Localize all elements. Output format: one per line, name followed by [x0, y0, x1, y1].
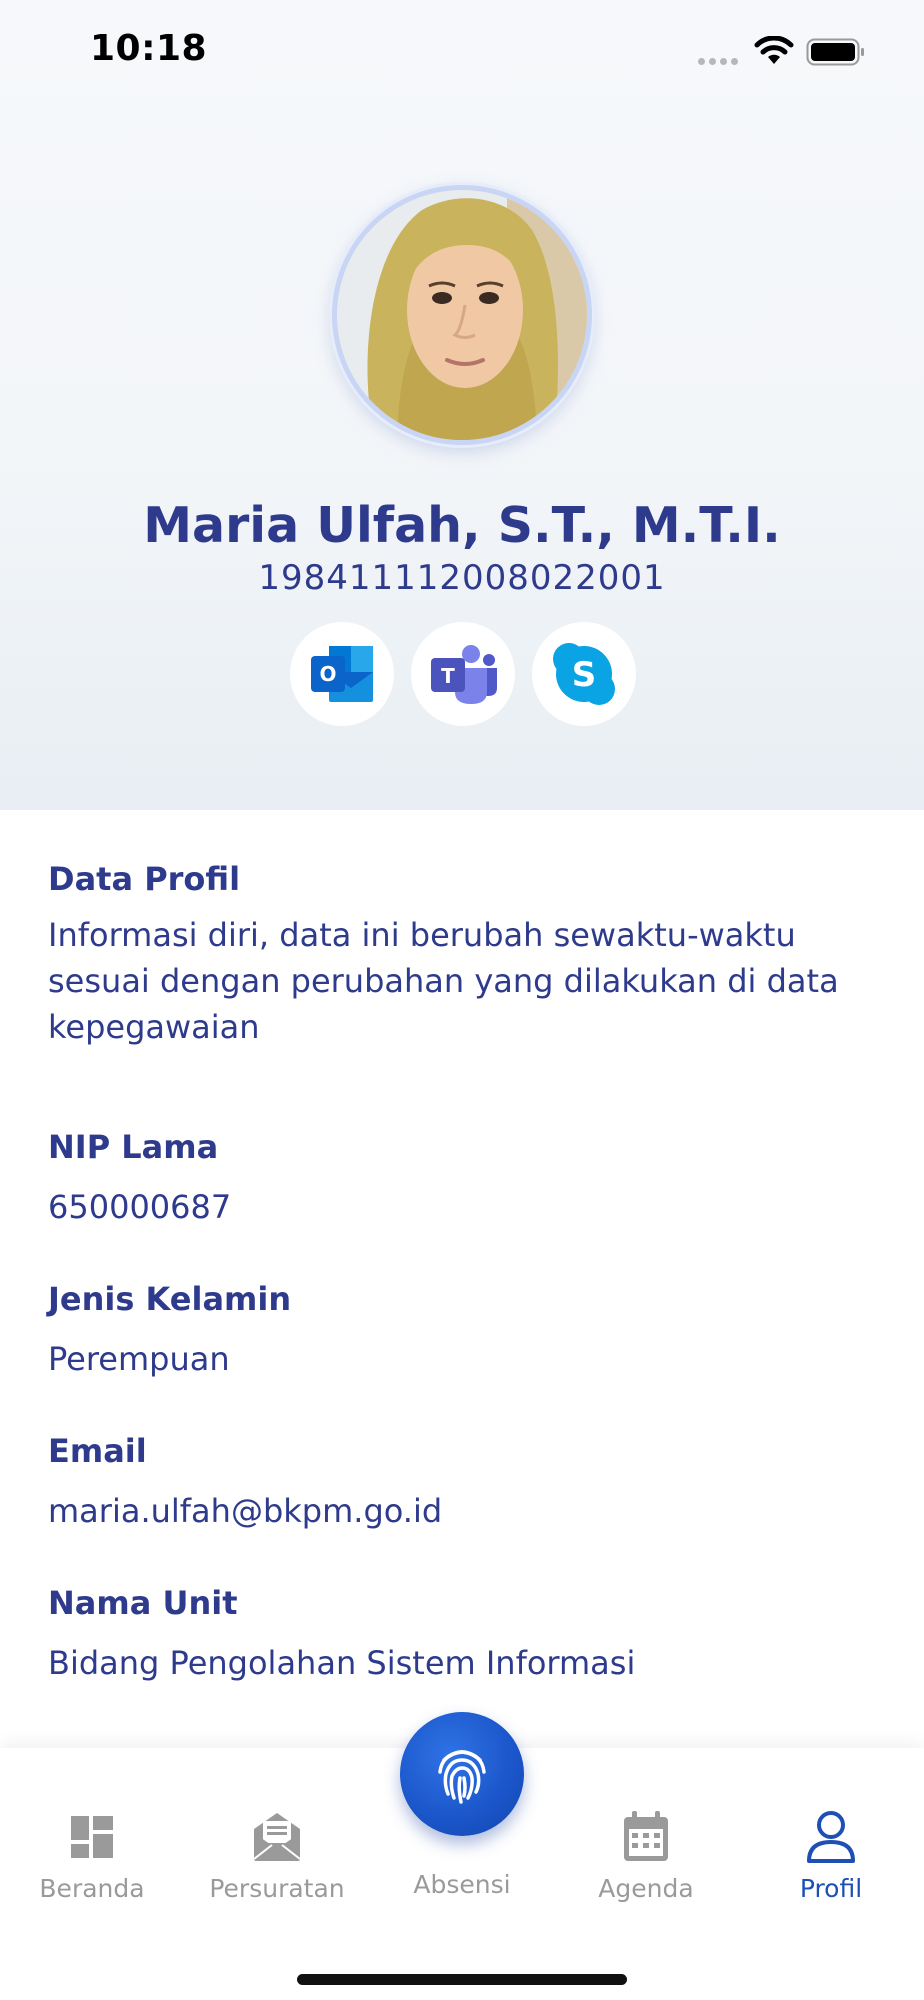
nav-label: Profil: [799, 1874, 863, 1903]
teams-button[interactable]: T: [411, 622, 515, 726]
profile-screen: 10:18 Maria Ulfah, S.T., M.T.I. 19841111…: [0, 0, 924, 2000]
nav-label: Agenda: [598, 1874, 694, 1903]
section-description: Informasi diri, data ini berubah sewaktu…: [48, 916, 839, 1046]
outlook-icon: O: [311, 646, 373, 702]
field-email: Email maria.ulfah@bkpm.go.id: [48, 1432, 878, 1534]
field-label: Email: [48, 1432, 147, 1470]
field-value: 650000687: [48, 1188, 232, 1226]
mail-icon: [253, 1813, 301, 1861]
svg-text:S: S: [572, 655, 597, 695]
profile-details: Data Profil Informasi diri, data ini ber…: [48, 860, 878, 1736]
dashboard-icon: [71, 1816, 113, 1858]
status-bar: 10:18: [0, 0, 924, 110]
nav-label-absensi: Absensi: [413, 1870, 511, 1899]
skype-button[interactable]: S: [532, 622, 636, 726]
svg-text:O: O: [319, 662, 336, 686]
avatar-photo: [337, 190, 587, 440]
field-nip-lama: NIP Lama 650000687: [48, 1128, 878, 1230]
outlook-button[interactable]: O: [290, 622, 394, 726]
fingerprint-icon: [438, 1750, 486, 1804]
nav-profil[interactable]: Profil: [741, 1808, 921, 1903]
nav-label: Beranda: [39, 1874, 145, 1903]
field-label: Nama Unit: [48, 1584, 238, 1622]
app-links: O T S: [290, 622, 636, 726]
field-nama-unit: Nama Unit Bidang Pengolahan Sistem Infor…: [48, 1584, 878, 1686]
cellular-signal-icon: [698, 58, 738, 65]
nav-beranda[interactable]: Beranda: [2, 1808, 182, 1903]
nav-label: Persuratan: [209, 1874, 345, 1903]
field-value: Bidang Pengolahan Sistem Informasi: [48, 1644, 636, 1682]
field-value: Perempuan: [48, 1340, 230, 1378]
teams-icon: T: [431, 645, 497, 704]
home-indicator: [297, 1974, 627, 1985]
profile-name: Maria Ulfah, S.T., M.T.I.: [143, 497, 781, 554]
nav-agenda[interactable]: Agenda: [556, 1808, 736, 1903]
wifi-icon: [754, 36, 794, 64]
section-title: Data Profil: [48, 860, 241, 898]
battery-icon: [806, 38, 864, 66]
svg-text:T: T: [441, 664, 455, 688]
status-time: 10:18: [90, 28, 208, 69]
nav-absensi-button[interactable]: [400, 1712, 524, 1836]
field-value: maria.ulfah@bkpm.go.id: [48, 1492, 443, 1530]
avatar[interactable]: [332, 185, 592, 445]
user-icon: [807, 1811, 855, 1863]
skype-icon: S: [553, 643, 615, 705]
nav-persuratan[interactable]: Persuratan: [187, 1808, 367, 1903]
calendar-icon: [624, 1811, 668, 1861]
profile-header: 10:18 Maria Ulfah, S.T., M.T.I. 19841111…: [0, 0, 924, 810]
bottom-navigation: Beranda Persuratan Absensi Agenda Profil: [0, 1712, 924, 2000]
data-profil-section: Data Profil Informasi diri, data ini ber…: [48, 860, 878, 1050]
field-label: Jenis Kelamin: [48, 1280, 292, 1318]
profile-nip: 198411112008022001: [258, 558, 666, 598]
field-label: NIP Lama: [48, 1128, 219, 1166]
field-jenis-kelamin: Jenis Kelamin Perempuan: [48, 1280, 878, 1382]
